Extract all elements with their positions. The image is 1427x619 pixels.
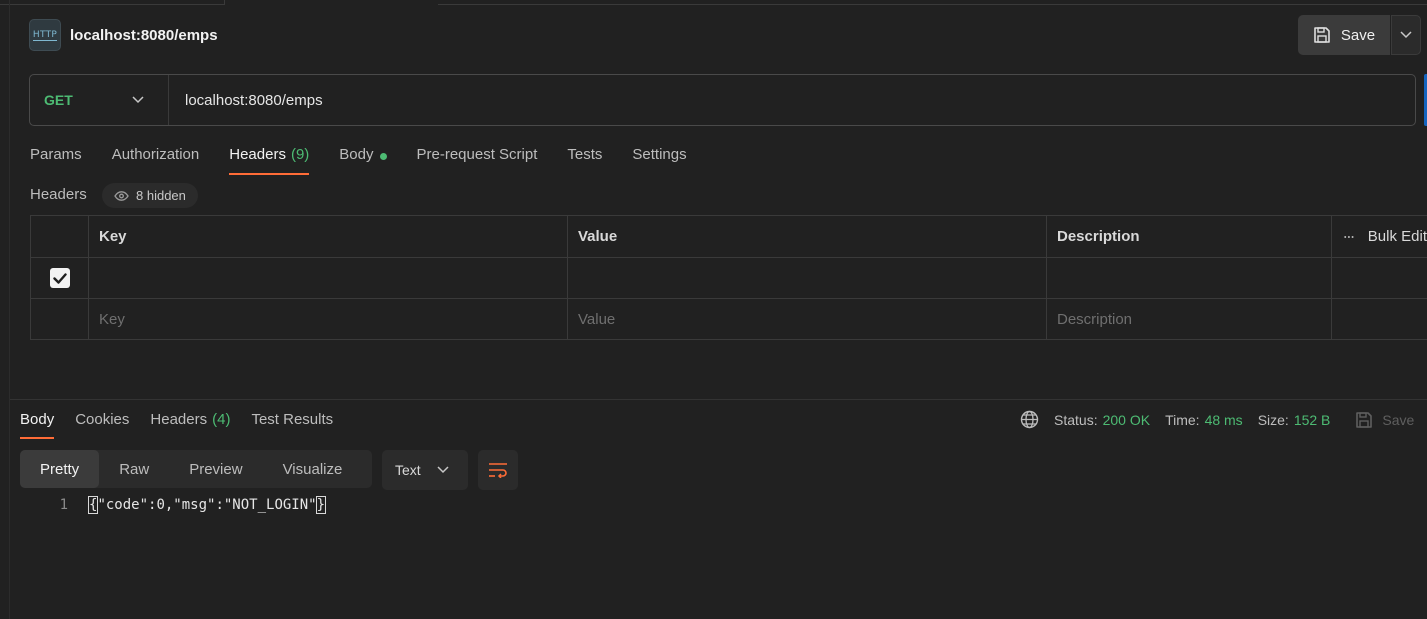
value-cell[interactable] — [567, 258, 1046, 298]
size-label: Size: — [1257, 411, 1289, 428]
save-response-label: Save — [1382, 411, 1415, 428]
request-tabs: Params Authorization Headers (9) Body Pre… — [30, 144, 717, 175]
time-label: Time: — [1165, 411, 1200, 428]
new-header-row: Key Value Description — [30, 299, 1427, 340]
tab-tests[interactable]: Tests — [567, 144, 602, 175]
response-tabs: Body Cookies Headers (4) Test Results — [20, 410, 354, 439]
line-number: 1 — [59, 497, 68, 513]
body-indicator-dot — [379, 153, 387, 160]
save-button-group: Save — [1298, 15, 1421, 55]
table-row — [30, 258, 1427, 299]
save-label: Save — [1340, 26, 1376, 44]
description-cell[interactable] — [1046, 258, 1331, 298]
bulk-edit-label: Bulk Edit — [1367, 228, 1427, 245]
row-actions-cell — [1331, 258, 1427, 298]
request-response-divider[interactable] — [10, 399, 1427, 400]
http-icon: HTTP — [29, 19, 61, 51]
response-tab-body[interactable]: Body — [20, 410, 55, 439]
description-input[interactable]: Description — [1046, 299, 1331, 339]
headers-section-label: Headers — [30, 186, 87, 203]
description-column-header: Description — [1046, 216, 1331, 257]
new-row-checkbox-cell — [30, 299, 88, 339]
response-tab-cookies[interactable]: Cookies — [75, 410, 129, 439]
globe-icon — [1020, 410, 1039, 429]
request-header: HTTP localhost:8080/emps — [29, 19, 218, 51]
response-type-label: Text — [395, 462, 421, 478]
response-tab-test-results[interactable]: Test Results — [251, 410, 333, 439]
row-checkbox[interactable] — [49, 268, 70, 288]
save-button[interactable]: Save — [1298, 15, 1390, 55]
bulk-edit-button[interactable]: Bulk Edit — [1331, 216, 1427, 257]
tab-body[interactable]: Body — [339, 144, 387, 175]
request-title[interactable]: localhost:8080/emps — [70, 27, 218, 44]
tab-params[interactable]: Params — [30, 144, 82, 175]
format-pretty[interactable]: Pretty — [20, 450, 100, 488]
status-value[interactable]: 200 OK — [1103, 412, 1150, 428]
response-body-editor[interactable]: 1 {"code":0,"msg":"NOT_LOGIN"} — [50, 496, 327, 514]
open-tab-right[interactable] — [438, 0, 1427, 5]
format-preview[interactable]: Preview — [169, 450, 262, 488]
new-row-actions-cell — [1331, 299, 1427, 339]
save-response-button[interactable]: Save — [1355, 411, 1414, 429]
eye-icon — [114, 190, 129, 201]
checkmark-icon — [52, 272, 67, 284]
key-cell[interactable] — [88, 258, 567, 298]
code-line-text: "code":0,"msg":"NOT_LOGIN" — [97, 497, 317, 513]
chevron-down-icon — [437, 466, 449, 474]
method-label: GET — [44, 92, 73, 108]
method-select[interactable]: GET — [30, 75, 169, 125]
response-headers-count: (4) — [212, 411, 231, 428]
size-value[interactable]: 152 B — [1294, 412, 1331, 428]
row-checkbox-cell — [30, 258, 88, 298]
time-value[interactable]: 48 ms — [1205, 412, 1243, 428]
close-brace: } — [315, 496, 327, 514]
network-info-button[interactable] — [1020, 410, 1039, 429]
checkbox-column-header — [30, 216, 88, 257]
value-input[interactable]: Value — [567, 299, 1046, 339]
response-format-group: Pretty Raw Preview Visualize — [20, 450, 372, 488]
sidebar-divider — [9, 0, 10, 619]
tab-settings[interactable]: Settings — [632, 144, 686, 175]
url-bar: GET localhost:8080/emps — [29, 74, 1416, 126]
hidden-headers-toggle[interactable]: 8 hidden — [102, 183, 198, 208]
save-options-button[interactable] — [1391, 15, 1421, 55]
headers-table: Key Value Description Bulk Edit Key Valu… — [30, 215, 1427, 340]
response-tab-headers[interactable]: Headers (4) — [150, 410, 230, 439]
save-icon — [1356, 411, 1373, 428]
format-raw[interactable]: Raw — [99, 450, 169, 488]
chevron-down-icon — [1400, 31, 1412, 39]
tab-authorization[interactable]: Authorization — [112, 144, 200, 175]
save-icon — [1314, 27, 1330, 43]
value-column-header: Value — [567, 216, 1046, 257]
window-tab-strip — [0, 0, 1427, 6]
url-input[interactable]: localhost:8080/emps — [185, 92, 323, 109]
headers-count: (9) — [290, 146, 310, 163]
response-status-bar: Status: 200 OK Time: 48 ms Size: 152 B S… — [1020, 410, 1414, 429]
wrap-lines-icon — [489, 463, 507, 478]
table-header-row: Key Value Description Bulk Edit — [30, 216, 1427, 258]
response-type-select[interactable]: Text — [382, 450, 468, 490]
open-tab-left[interactable] — [0, 0, 225, 5]
tab-pre-request-script[interactable]: Pre-request Script — [417, 144, 538, 175]
code-line[interactable]: {"code":0,"msg":"NOT_LOGIN"} — [87, 496, 327, 514]
key-input[interactable]: Key — [88, 299, 567, 339]
chevron-down-icon — [132, 96, 144, 104]
tab-headers[interactable]: Headers (9) — [229, 144, 310, 175]
format-visualize[interactable]: Visualize — [263, 450, 363, 488]
more-options-icon[interactable] — [1344, 235, 1354, 239]
status-label: Status: — [1054, 411, 1098, 428]
key-column-header: Key — [88, 216, 567, 257]
wrap-lines-button[interactable] — [478, 450, 518, 490]
hidden-headers-label: 8 hidden — [136, 188, 186, 203]
